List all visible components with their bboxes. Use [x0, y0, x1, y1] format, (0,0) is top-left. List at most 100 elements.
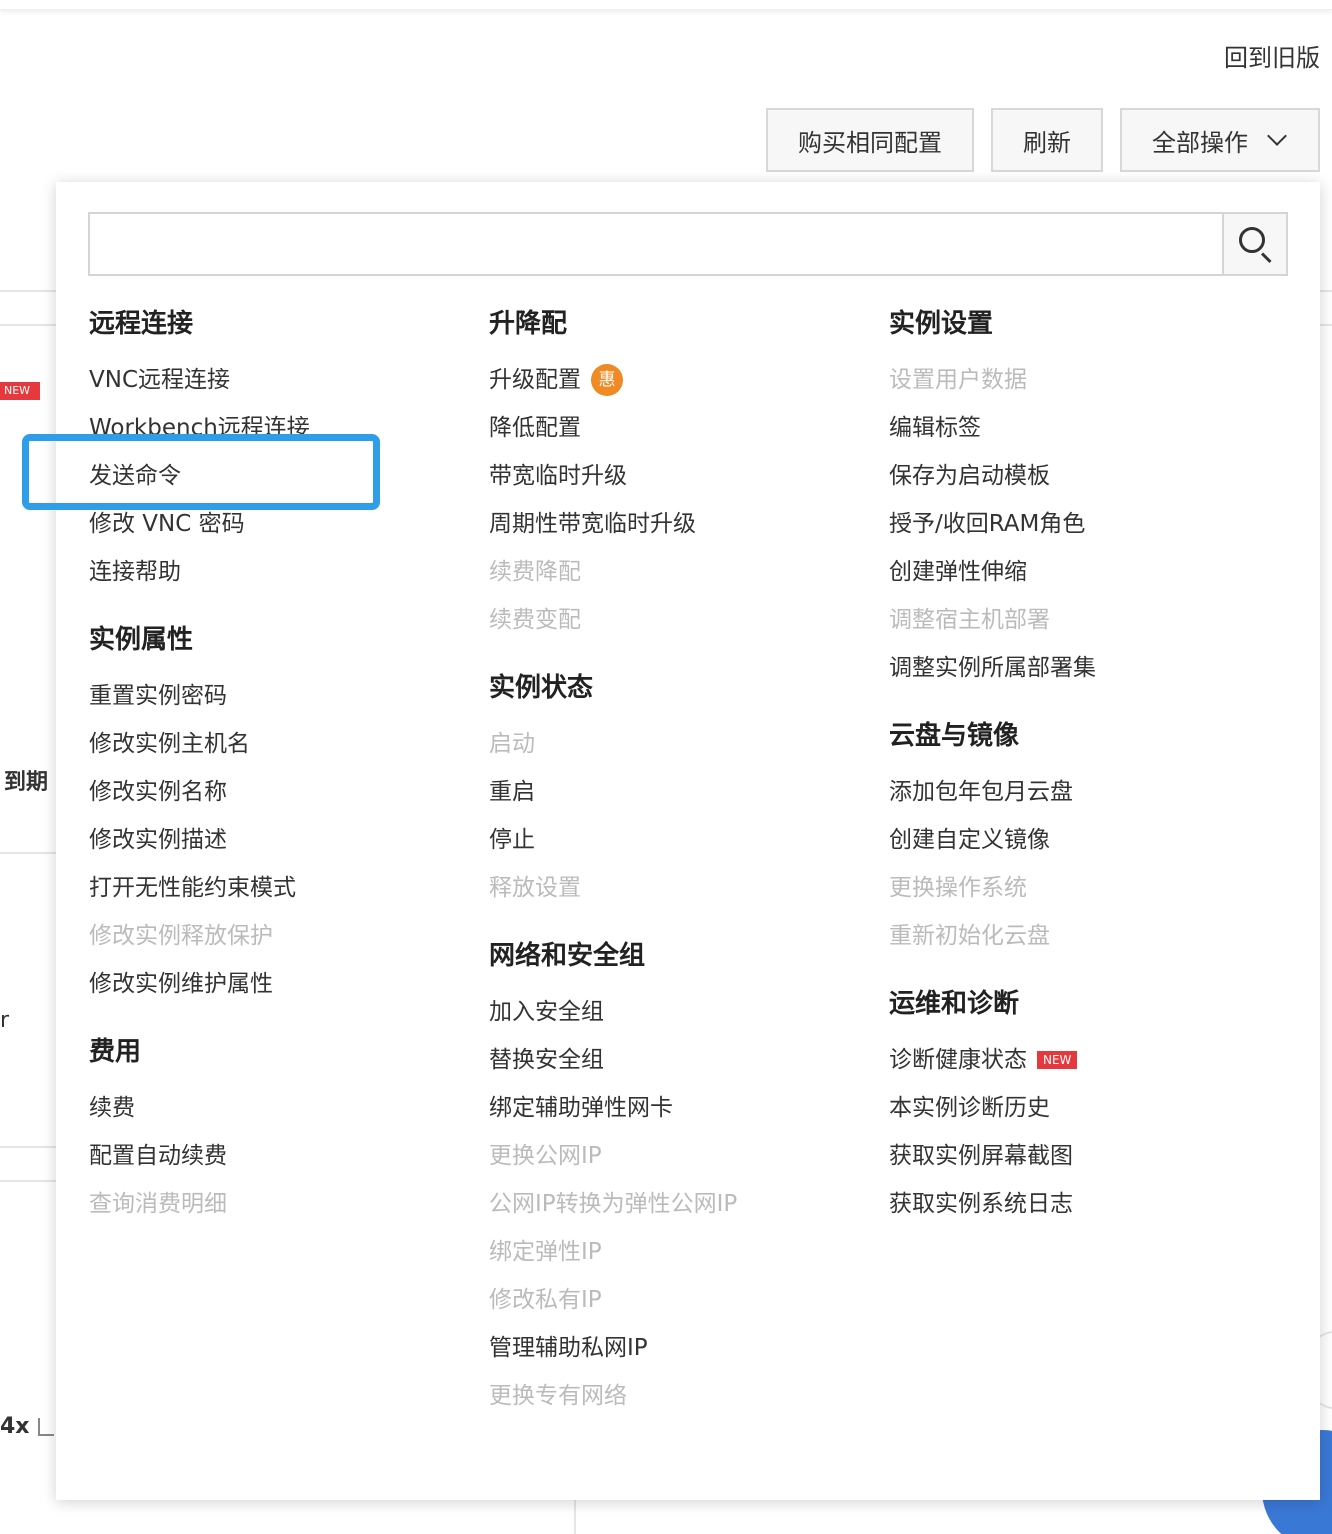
menu-item-modify-private-ip: 修改私有IP — [489, 1287, 602, 1313]
menu-item-diagnose-health[interactable]: 诊断健康状态 NEW — [889, 1036, 1096, 1084]
menu-item-connect-help[interactable]: 连接帮助 — [89, 548, 310, 596]
menu-item-add-subscription-disk[interactable]: 添加包年包月云盘 — [889, 768, 1096, 816]
bg-divider — [1320, 290, 1332, 292]
menu-item-system-log[interactable]: 获取实例系统日志 — [889, 1180, 1096, 1228]
bg-text-fragment: 4x — [0, 1414, 30, 1439]
toolbar: 购买相同配置 刷新 全部操作 — [766, 108, 1320, 172]
buy-same-config-label: 购买相同配置 — [798, 128, 942, 157]
menu-item-modify-hostname[interactable]: 修改实例主机名 — [89, 720, 310, 768]
menu-item-screenshot[interactable]: 获取实例屏幕截图 — [889, 1132, 1096, 1180]
group-title: 云盘与镜像 — [889, 721, 1020, 751]
menu-item-join-security-group[interactable]: 加入安全组 — [489, 988, 737, 1036]
menu-item-save-launch-template[interactable]: 保存为启动模板 — [889, 452, 1096, 500]
menu-item-change-public-ip: 更换公网IP — [489, 1143, 602, 1169]
group-title: 实例属性 — [89, 625, 194, 655]
menu-item-renew[interactable]: 续费 — [89, 1084, 310, 1132]
menu-item-manage-secondary-ip[interactable]: 管理辅助私网IP — [489, 1324, 737, 1372]
search-icon — [1239, 227, 1265, 253]
search-input[interactable] — [90, 214, 1222, 274]
menu-group-instance-settings: 实例设置 设置用户数据 编辑标签 保存为启动模板 授予/收回RAM角色 创建弹性… — [889, 300, 1096, 692]
menu-item-bind-eip: 绑定弹性IP — [489, 1239, 602, 1265]
external-link-icon[interactable] — [38, 1418, 54, 1436]
menu-item-release-protection: 修改实例释放保护 — [89, 923, 273, 949]
menu-item-create-custom-image[interactable]: 创建自定义镜像 — [889, 816, 1096, 864]
bg-divider — [1320, 324, 1332, 326]
bg-text-fragment: r — [0, 1008, 10, 1033]
group-title: 实例状态 — [489, 673, 594, 703]
menu-item-bandwidth-temp-upgrade[interactable]: 带宽临时升级 — [489, 452, 737, 500]
menu-item-convert-to-eip: 公网IP转换为弹性公网IP — [489, 1191, 738, 1217]
menu-item-maintenance-attributes[interactable]: 修改实例维护属性 — [89, 960, 310, 1008]
buy-same-config-button[interactable]: 购买相同配置 — [766, 108, 974, 172]
menu-item-unlimited-mode[interactable]: 打开无性能约束模式 — [89, 864, 310, 912]
chevron-down-icon — [1267, 126, 1287, 146]
bg-divider — [0, 290, 56, 292]
menu-item-auto-renew[interactable]: 配置自动续费 — [89, 1132, 310, 1180]
menu-group-disk-image: 云盘与镜像 添加包年包月云盘 创建自定义镜像 更换操作系统 重新初始化云盘 — [889, 712, 1096, 960]
menu-item-label: 升级配置 — [489, 367, 581, 393]
menu-item-upgrade[interactable]: 升级配置 惠 — [489, 356, 737, 404]
menu-item-auto-scaling[interactable]: 创建弹性伸缩 — [889, 548, 1096, 596]
menu-item-ram-role[interactable]: 授予/收回RAM角色 — [889, 500, 1096, 548]
menu-column-2: 升降配 升级配置 惠 降低配置 带宽临时升级 周期性带宽临时升级 续费降配 续费… — [489, 300, 737, 1440]
menu-group-network-security: 网络和安全组 加入安全组 替换安全组 绑定辅助弹性网卡 更换公网IP 公网IP转… — [489, 932, 737, 1420]
bg-divider — [0, 324, 56, 326]
group-title: 费用 — [89, 1037, 142, 1067]
menu-item-stop[interactable]: 停止 — [489, 816, 737, 864]
search-button[interactable] — [1222, 214, 1286, 274]
menu-item-send-command[interactable]: 发送命令 — [89, 452, 310, 500]
bg-divider — [0, 1146, 56, 1148]
all-actions-dropdown[interactable]: 全部操作 — [1120, 108, 1320, 172]
menu-item-deployment-set[interactable]: 调整实例所属部署集 — [889, 644, 1096, 692]
menu-item-renew-downgrade: 续费降配 — [489, 559, 581, 585]
menu-item-modify-description[interactable]: 修改实例描述 — [89, 816, 310, 864]
menu-item-reinit-disk: 重新初始化云盘 — [889, 923, 1050, 949]
back-to-old-version-link[interactable]: 回到旧版 — [1224, 38, 1320, 73]
menu-item-reset-password[interactable]: 重置实例密码 — [89, 672, 310, 720]
top-shadow-bar — [0, 0, 1332, 10]
group-title: 实例设置 — [889, 309, 994, 339]
menu-item-replace-security-group[interactable]: 替换安全组 — [489, 1036, 737, 1084]
menu-item-edit-tags[interactable]: 编辑标签 — [889, 404, 1096, 452]
menu-item-change-vpc: 更换专有网络 — [489, 1383, 627, 1409]
menu-item-vnc[interactable]: VNC远程连接 — [89, 356, 310, 404]
refresh-label: 刷新 — [1023, 128, 1071, 157]
group-title: 网络和安全组 — [489, 941, 646, 971]
menu-column-1: 远程连接 VNC远程连接 Workbench远程连接 发送命令 修改 VNC 密… — [89, 300, 310, 1248]
menu-group-instance-status: 实例状态 启动 重启 停止 释放设置 — [489, 664, 737, 912]
menu-group-upgrade-downgrade: 升降配 升级配置 惠 降低配置 带宽临时升级 周期性带宽临时升级 续费降配 续费… — [489, 300, 737, 644]
menu-item-bind-eni[interactable]: 绑定辅助弹性网卡 — [489, 1084, 737, 1132]
bg-divider — [0, 852, 56, 854]
menu-item-consumption-details: 查询消费明细 — [89, 1191, 227, 1217]
menu-item-periodic-bandwidth-upgrade[interactable]: 周期性带宽临时升级 — [489, 500, 737, 548]
search-icon-handle — [1260, 252, 1272, 264]
search-box — [88, 212, 1288, 276]
menu-item-downgrade[interactable]: 降低配置 — [489, 404, 737, 452]
menu-group-ops-diagnosis: 运维和诊断 诊断健康状态 NEW 本实例诊断历史 获取实例屏幕截图 获取实例系统… — [889, 980, 1096, 1228]
discount-badge: 惠 — [591, 364, 623, 396]
menu-item-workbench[interactable]: Workbench远程连接 — [89, 404, 310, 452]
menu-group-billing: 费用 续费 配置自动续费 查询消费明细 — [89, 1028, 310, 1228]
menu-item-label: 诊断健康状态 — [889, 1047, 1027, 1073]
group-title: 运维和诊断 — [889, 989, 1020, 1019]
menu-group-instance-attributes: 实例属性 重置实例密码 修改实例主机名 修改实例名称 修改实例描述 打开无性能约… — [89, 616, 310, 1008]
bg-divider — [0, 1180, 56, 1182]
menu-item-start: 启动 — [489, 731, 535, 757]
menu-item-release-settings: 释放设置 — [489, 875, 581, 901]
menu-item-restart[interactable]: 重启 — [489, 768, 737, 816]
new-badge: NEW — [1037, 1051, 1078, 1069]
bg-new-badge: NEW — [0, 382, 40, 400]
menu-column-3: 实例设置 设置用户数据 编辑标签 保存为启动模板 授予/收回RAM角色 创建弹性… — [889, 300, 1096, 1248]
all-actions-label: 全部操作 — [1152, 128, 1248, 157]
menu-item-change-os: 更换操作系统 — [889, 875, 1027, 901]
menu-item-modify-vnc-password[interactable]: 修改 VNC 密码 — [89, 500, 310, 548]
menu-item-diagnosis-history[interactable]: 本实例诊断历史 — [889, 1084, 1096, 1132]
menu-group-remote: 远程连接 VNC远程连接 Workbench远程连接 发送命令 修改 VNC 密… — [89, 300, 310, 596]
refresh-button[interactable]: 刷新 — [991, 108, 1103, 172]
group-title: 升降配 — [489, 309, 568, 339]
menu-item-renew-change: 续费变配 — [489, 607, 581, 633]
menu-item-host-deployment: 调整宿主机部署 — [889, 607, 1050, 633]
actions-dropdown-panel: 远程连接 VNC远程连接 Workbench远程连接 发送命令 修改 VNC 密… — [56, 182, 1320, 1500]
bg-expire-label: 到期 — [4, 770, 49, 795]
menu-item-modify-name[interactable]: 修改实例名称 — [89, 768, 310, 816]
